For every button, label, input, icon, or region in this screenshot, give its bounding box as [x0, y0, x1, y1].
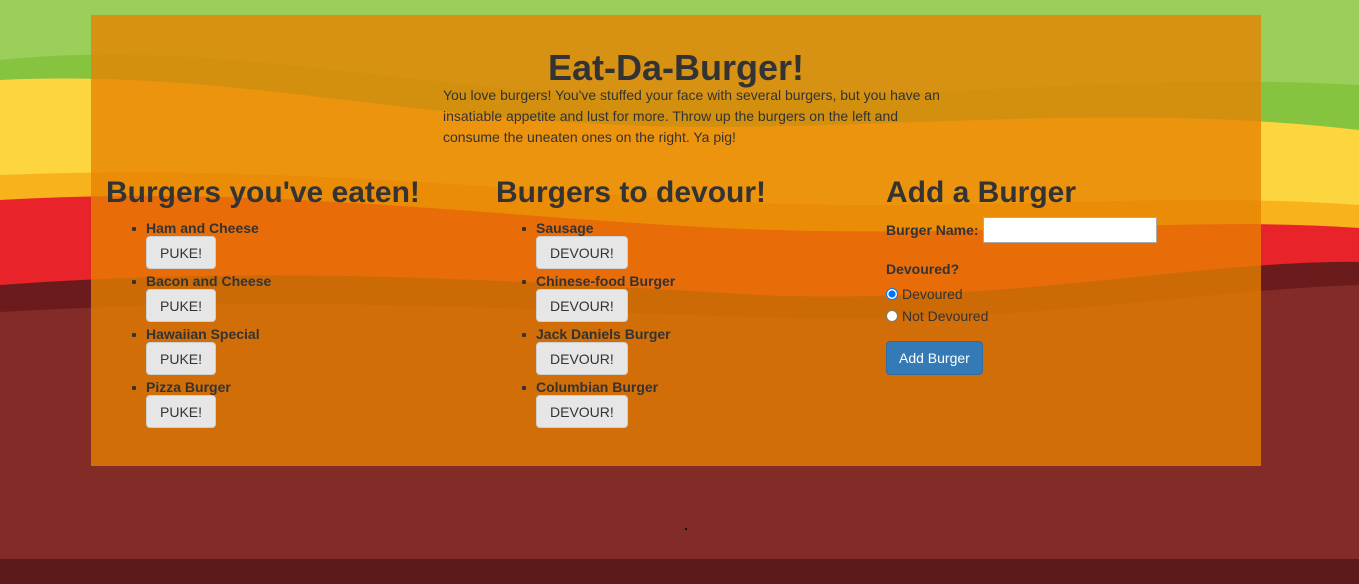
- burger-name: Pizza Burger: [146, 379, 231, 395]
- puke-button[interactable]: PUKE!: [146, 395, 217, 428]
- list-item: Ham and Cheese PUKE!: [132, 220, 420, 269]
- puke-button[interactable]: PUKE!: [146, 342, 217, 375]
- burger-name-row: Burger Name:: [886, 217, 1157, 243]
- devoured-label: Devoured?: [886, 261, 960, 277]
- add-burger-heading: Add a Burger: [886, 176, 1077, 209]
- devour-button[interactable]: DEVOUR!: [536, 395, 628, 428]
- eaten-column: Burgers you've eaten! Ham and Cheese PUK…: [106, 175, 420, 428]
- list-item: Chinese-food Burger DEVOUR!: [521, 273, 766, 322]
- burger-name: Chinese-food Burger: [536, 273, 676, 289]
- not-devoured-radio[interactable]: [886, 310, 898, 322]
- puke-button[interactable]: PUKE!: [146, 236, 217, 269]
- burger-name: Hawaiian Special: [146, 326, 260, 342]
- devoured-option-label: Devoured: [902, 286, 963, 302]
- devour-button[interactable]: DEVOUR!: [536, 236, 628, 269]
- puke-button[interactable]: PUKE!: [146, 289, 217, 322]
- devour-heading: Burgers to devour!: [496, 176, 767, 209]
- eaten-list: Ham and Cheese PUKE! Bacon and Cheese PU…: [106, 221, 420, 428]
- burger-name: Sausage: [536, 220, 594, 236]
- devoured-option[interactable]: Devoured: [886, 283, 1157, 305]
- list-item: Bacon and Cheese PUKE!: [132, 273, 420, 322]
- list-item: Jack Daniels Burger DEVOUR!: [521, 326, 766, 375]
- list-item: Hawaiian Special PUKE!: [132, 326, 420, 375]
- dot-mark: [685, 528, 687, 530]
- list-item: Pizza Burger PUKE!: [132, 379, 420, 428]
- devour-list: Sausage DEVOUR! Chinese-food Burger DEVO…: [496, 221, 766, 428]
- add-burger-button[interactable]: Add Burger: [886, 341, 983, 375]
- devour-column: Burgers to devour! Sausage DEVOUR! Chine…: [496, 175, 766, 428]
- burger-name: Ham and Cheese: [146, 220, 259, 236]
- burger-name: Bacon and Cheese: [146, 273, 272, 289]
- not-devoured-option-label: Not Devoured: [902, 308, 989, 324]
- burger-name: Columbian Burger: [536, 379, 659, 395]
- list-item: Sausage DEVOUR!: [521, 220, 766, 269]
- burger-name-label: Burger Name:: [886, 222, 979, 238]
- devour-button[interactable]: DEVOUR!: [536, 289, 628, 322]
- footer-bar: [0, 559, 1359, 584]
- burger-name: Jack Daniels Burger: [536, 326, 671, 342]
- not-devoured-option[interactable]: Not Devoured: [886, 305, 1157, 327]
- main-panel: Eat-Da-Burger! You love burgers! You've …: [91, 15, 1261, 466]
- devour-button[interactable]: DEVOUR!: [536, 342, 628, 375]
- intro-text: You love burgers! You've stuffed your fa…: [443, 87, 940, 145]
- eaten-heading: Burgers you've eaten!: [106, 176, 420, 209]
- devoured-radio[interactable]: [886, 288, 898, 300]
- list-item: Columbian Burger DEVOUR!: [521, 379, 766, 428]
- add-burger-form: Add a Burger Burger Name: Devoured? Devo…: [886, 175, 1157, 375]
- burger-name-input[interactable]: [982, 217, 1157, 243]
- page-title: Eat-Da-Burger!: [547, 47, 805, 88]
